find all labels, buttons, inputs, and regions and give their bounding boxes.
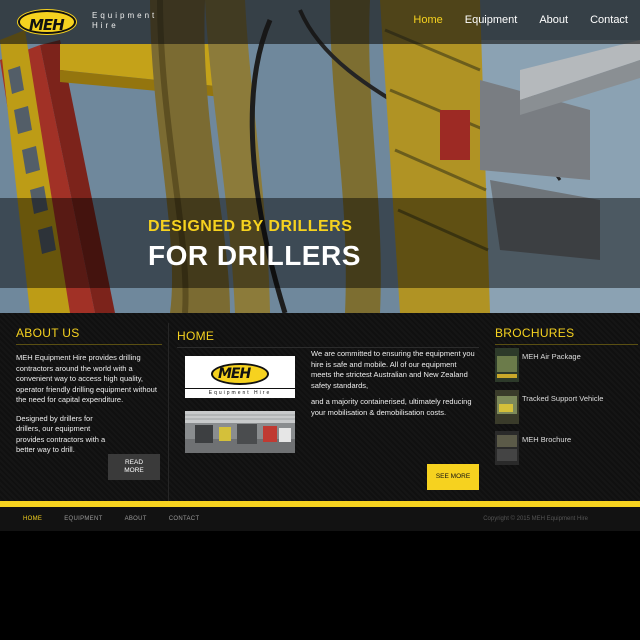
home-paragraph-1: We are committed to ensuring the equipme…: [311, 349, 475, 390]
read-more-label-line1: READ: [124, 459, 144, 466]
main-nav: Home Equipment About Contact: [391, 14, 628, 26]
hero-banner: DESIGNED BY DRILLERS FOR DRILLERS: [0, 198, 640, 288]
about-heading: ABOUT US: [16, 326, 162, 345]
about-paragraph-2: Designed by drillers for drillers, our e…: [16, 413, 106, 455]
footer: HOME EQUIPMENT ABOUT CONTACT Copyright ©…: [0, 507, 640, 531]
nav-equipment[interactable]: Equipment: [465, 14, 518, 26]
home-paragraph-2: and a majority containerised, ultimately…: [311, 397, 472, 417]
brochure-item[interactable]: MEH Air Package: [495, 348, 638, 384]
brochure-item[interactable]: Tracked Support Vehicle: [495, 390, 638, 426]
warehouse-image[interactable]: [185, 411, 295, 453]
home-column: HOME MEH Equipment Hire We are committed…: [177, 329, 479, 517]
brochure-thumbnail: [495, 390, 519, 424]
see-more-button[interactable]: SEE MORE: [427, 464, 479, 490]
card-logo-subtitle: Equipment Hire: [185, 388, 295, 396]
column-divider: [168, 323, 169, 501]
logo-subtitle: Equipment Hire: [92, 11, 157, 31]
home-text: We are committed to ensuring the equipme…: [311, 349, 475, 418]
brochures-column: BROCHURES MEH Air Package Tracked Suppor…: [495, 326, 638, 514]
footer-nav-contact[interactable]: CONTACT: [169, 516, 200, 522]
read-more-button[interactable]: READ MORE: [108, 454, 160, 480]
brochures-heading: BROCHURES: [495, 326, 638, 345]
copyright-text: Copyright © 2015 MEH Equipment Hire: [483, 516, 588, 522]
about-column: ABOUT US MEH Equipment Hire provides dri…: [16, 326, 162, 514]
footer-nav-about[interactable]: ABOUT: [125, 516, 147, 522]
hero-section: MEH Equipment Hire Home Equipment About …: [0, 0, 640, 313]
meh-logo[interactable]: MEH Equipment Hire: [14, 8, 164, 36]
logo-mark: MEH: [29, 16, 65, 34]
brochure-thumbnail: [495, 348, 519, 382]
nav-contact[interactable]: Contact: [590, 14, 628, 26]
meh-logo-card[interactable]: MEH Equipment Hire: [185, 356, 295, 398]
brochure-item[interactable]: MEH Brochure: [495, 431, 638, 467]
brochure-label[interactable]: Tracked Support Vehicle: [522, 394, 603, 403]
content-section: ABOUT US MEH Equipment Hire provides dri…: [0, 313, 640, 501]
home-heading: HOME: [177, 329, 479, 348]
footer-nav: HOME EQUIPMENT ABOUT CONTACT: [23, 516, 221, 522]
brochure-label[interactable]: MEH Air Package: [522, 352, 581, 361]
read-more-label-line2: MORE: [124, 467, 144, 474]
logo-subtitle-line1: Equipment: [92, 11, 158, 20]
about-paragraph-1: MEH Equipment Hire provides drilling con…: [16, 353, 157, 404]
hero-tagline-line1: DESIGNED BY DRILLERS: [148, 218, 353, 235]
card-logo-mark: MEH: [218, 366, 251, 382]
card-logo-oval: MEH: [211, 363, 269, 385]
brochure-thumbnail: [495, 431, 519, 465]
top-navigation-bar: MEH Equipment Hire Home Equipment About …: [0, 0, 640, 44]
nav-home[interactable]: Home: [413, 14, 442, 26]
brochure-label[interactable]: MEH Brochure: [522, 435, 571, 444]
hero-tagline-line2: FOR DRILLERS: [148, 240, 361, 271]
footer-nav-equipment[interactable]: EQUIPMENT: [64, 516, 102, 522]
footer-nav-home[interactable]: HOME: [23, 516, 42, 522]
logo-oval: MEH: [18, 10, 76, 34]
nav-about[interactable]: About: [539, 14, 568, 26]
logo-subtitle-line2: Hire: [92, 21, 119, 30]
